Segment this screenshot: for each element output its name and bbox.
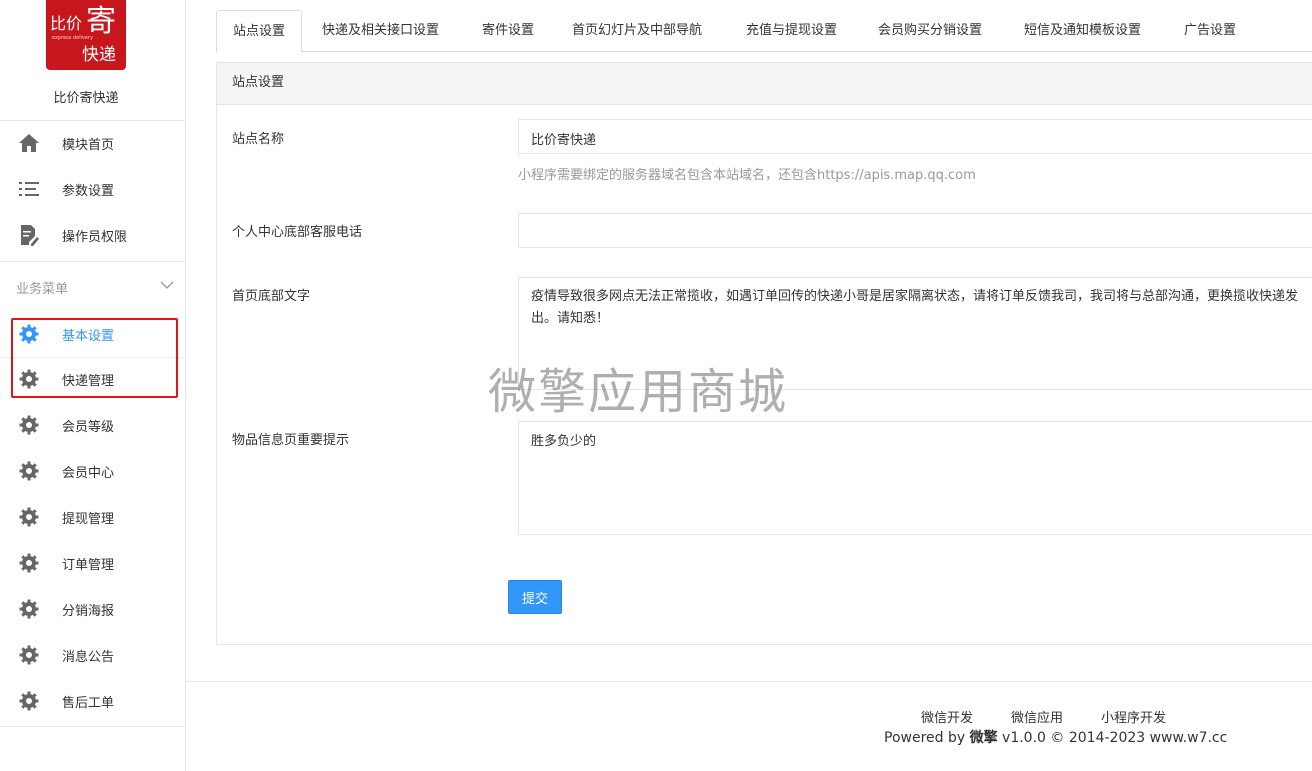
gear-icon xyxy=(18,506,40,528)
sidebar-item-label: 快递管理 xyxy=(62,373,115,389)
tab-ad-settings[interactable]: 广告设置 xyxy=(1168,10,1252,52)
sidebar-item-express-management[interactable]: 快递管理 xyxy=(0,356,185,402)
sidebar-item-announcements[interactable]: 消息公告 xyxy=(0,632,185,678)
sidebar-item-label: 售后工单 xyxy=(62,695,115,711)
gear-icon xyxy=(18,598,40,620)
sidebar-item-after-sales[interactable]: 售后工单 xyxy=(0,678,185,724)
goods-tip-label: 物品信息页重要提示 xyxy=(232,433,350,448)
sidebar-item-member-level[interactable]: 会员等级 xyxy=(0,402,185,448)
powered-prefix: Powered by xyxy=(884,730,970,746)
gear-icon xyxy=(18,690,40,712)
panel-title: 站点设置 xyxy=(217,63,1312,105)
sidebar-item-label: 消息公告 xyxy=(62,649,115,665)
section-label: 业务菜单 xyxy=(16,282,69,297)
site-name-hint: 小程序需要绑定的服务器域名包含本站域名，还包含https://apis.map.… xyxy=(518,168,976,183)
sidebar-item-order-management[interactable]: 订单管理 xyxy=(0,540,185,586)
divider xyxy=(0,261,186,262)
footer-divider xyxy=(186,681,1312,682)
logo-text-large: 寄 xyxy=(86,4,116,39)
sidebar-item-label: 基本设置 xyxy=(62,328,115,344)
gear-icon xyxy=(18,644,40,666)
sidebar-item-withdraw-management[interactable]: 提现管理 xyxy=(0,494,185,540)
gear-icon xyxy=(18,460,40,482)
sidebar-item-label: 模块首页 xyxy=(62,137,115,153)
site-settings-panel: 站点设置 站点名称 比价寄快递 小程序需要绑定的服务器域名包含本站域名，还包含h… xyxy=(216,62,1312,645)
footer-text-textarea[interactable]: 疫情导致很多网点无法正常揽收，如遇订单回传的快递小哥是居家隔离状态，请将订单反馈… xyxy=(518,277,1312,390)
gear-icon xyxy=(18,552,40,574)
chevron-down-icon[interactable] xyxy=(160,278,174,296)
tab-site-settings[interactable]: 站点设置 xyxy=(216,10,303,53)
tab-sms-templates[interactable]: 短信及通知模板设置 xyxy=(1008,10,1157,52)
sidebar-item-basic-settings[interactable]: 基本设置 xyxy=(0,311,185,357)
sidebar-item-distribution-poster[interactable]: 分销海报 xyxy=(0,586,185,632)
sidebar-item-module-home[interactable]: 模块首页 xyxy=(0,120,185,166)
service-phone-input[interactable] xyxy=(518,213,1312,248)
site-name-label: 站点名称 xyxy=(232,132,285,147)
site-name-input[interactable]: 比价寄快递 xyxy=(518,119,1312,154)
home-icon xyxy=(18,132,40,154)
document-edit-icon xyxy=(18,224,40,246)
gear-icon xyxy=(18,323,40,345)
gear-icon xyxy=(18,414,40,436)
list-icon xyxy=(18,178,40,200)
service-phone-label: 个人中心底部客服电话 xyxy=(232,225,363,240)
sidebar-item-label: 订单管理 xyxy=(62,557,115,573)
sidebar-item-operator-permission[interactable]: 操作员权限 xyxy=(0,212,185,258)
footer-link-wechat-apps[interactable]: 微信应用 xyxy=(1011,707,1063,726)
logo-text-bottom: 快递 xyxy=(82,45,116,65)
sidebar-item-params[interactable]: 参数设置 xyxy=(0,166,185,212)
footer-link-wechat-dev[interactable]: 微信开发 xyxy=(921,707,973,726)
tab-shipping-settings[interactable]: 寄件设置 xyxy=(466,10,550,52)
tab-recharge-withdraw[interactable]: 充值与提现设置 xyxy=(730,10,853,52)
submit-button[interactable]: 提交 xyxy=(508,580,562,614)
sidebar-item-label: 分销海报 xyxy=(62,603,115,619)
sidebar-item-label: 会员等级 xyxy=(62,419,115,435)
sidebar-item-member-center[interactable]: 会员中心 xyxy=(0,448,185,494)
footer-powered-by: Powered by 微擎 v1.0.0 © 2014-2023 www.w7.… xyxy=(884,727,1227,747)
sidebar-item-label: 操作员权限 xyxy=(62,229,128,245)
footer-text-label: 首页底部文字 xyxy=(232,289,311,304)
settings-tabs: 站点设置 快递及相关接口设置 寄件设置 首页幻灯片及中部导航 充值与提现设置 会… xyxy=(216,10,1312,53)
sidebar-item-label: 提现管理 xyxy=(62,511,115,527)
divider xyxy=(0,726,186,727)
goods-tip-textarea[interactable]: 胜多负少的 xyxy=(518,421,1312,535)
gear-icon xyxy=(18,368,40,390)
tab-slideshow-nav[interactable]: 首页幻灯片及中部导航 xyxy=(556,10,718,52)
sidebar-item-label: 会员中心 xyxy=(62,465,115,481)
powered-suffix: v1.0.0 © 2014-2023 www.w7.cc xyxy=(997,730,1228,746)
tab-express-api-settings[interactable]: 快递及相关接口设置 xyxy=(306,10,455,52)
powered-brand[interactable]: 微擎 xyxy=(970,730,998,746)
sidebar-item-label: 参数设置 xyxy=(62,183,115,199)
footer-link-miniprogram-dev[interactable]: 小程序开发 xyxy=(1101,707,1166,726)
logo-text: 比价 xyxy=(50,14,83,33)
brand-logo[interactable]: 比价 寄 express delivery 快递 xyxy=(46,0,126,70)
tab-member-distribution[interactable]: 会员购买分销设置 xyxy=(862,10,998,52)
sidebar: 比价 寄 express delivery 快递 比价寄快递 模块首页 参数设置… xyxy=(0,0,186,771)
brand-name: 比价寄快递 xyxy=(53,91,119,106)
